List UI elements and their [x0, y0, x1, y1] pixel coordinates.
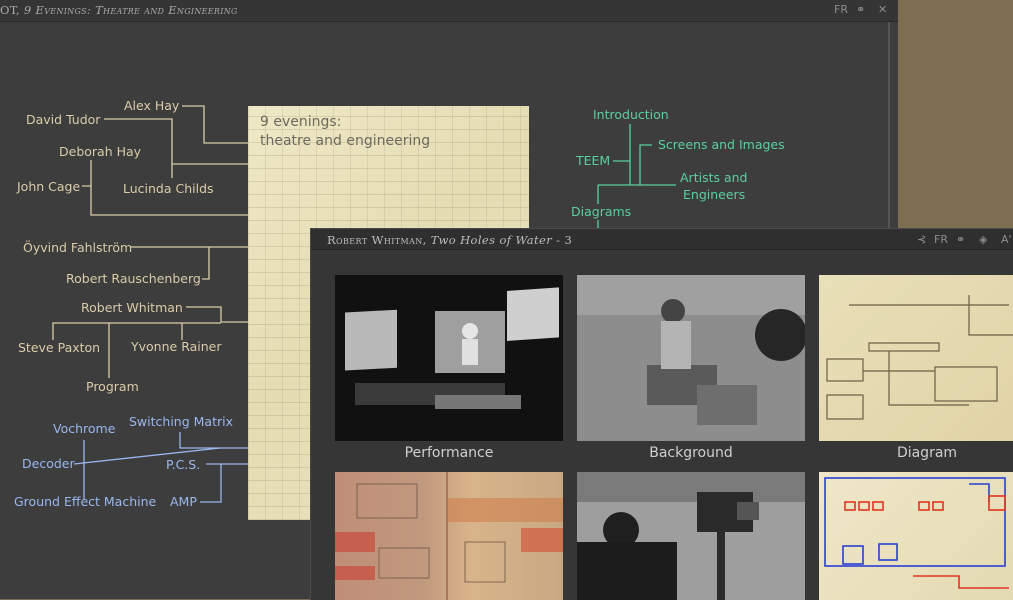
- diagram-sketch-icon: [826, 295, 1013, 420]
- node-amp[interactable]: AMP: [170, 495, 197, 509]
- circuit-diagram-icon: [824, 477, 1009, 589]
- node-switching-matrix[interactable]: Switching Matrix: [129, 415, 233, 429]
- node-robert-whitman[interactable]: Robert Whitman: [81, 301, 183, 315]
- node-screens-and-images[interactable]: Screens and Images: [658, 138, 785, 152]
- performance-photo-icon: [335, 275, 563, 441]
- language-toggle[interactable]: FR: [934, 233, 948, 246]
- node-diagrams[interactable]: Diagrams: [571, 205, 631, 219]
- node-vochrome[interactable]: Vochrome: [53, 422, 115, 436]
- node-ground-effect-machine[interactable]: Ground Effect Machine: [14, 495, 156, 509]
- node-alex-hay[interactable]: Alex Hay: [124, 99, 179, 113]
- node-steve-paxton[interactable]: Steve Paxton: [18, 341, 100, 355]
- thumbnail-performance[interactable]: [335, 275, 563, 441]
- node-david-tudor[interactable]: David Tudor: [26, 113, 100, 127]
- thumbnail-score[interactable]: [335, 472, 563, 600]
- caption-diagram: Diagram: [896, 445, 958, 461]
- node-yvonne-rainer[interactable]: Yvonne Rainer: [131, 340, 222, 354]
- background-photo-icon: [577, 275, 805, 441]
- thumbnail-camera[interactable]: [577, 472, 805, 600]
- artwork-window-title: Robert Whitman, Two Holes of Water - 3: [327, 233, 573, 247]
- score-sheet-icon: [335, 472, 563, 600]
- node-robert-rauschenberg[interactable]: Robert Rauschenberg: [66, 272, 201, 286]
- node-oyvind-fahlstrom[interactable]: Öyvind Fahlström: [23, 241, 132, 255]
- node-pcs[interactable]: P.C.S.: [166, 458, 200, 472]
- node-introduction[interactable]: Introduction: [593, 108, 669, 122]
- poster-line-2: theatre and engineering: [260, 133, 431, 149]
- node-program[interactable]: Program: [86, 380, 139, 394]
- artwork-window: Robert Whitman, Two Holes of Water - 3 ⊰…: [310, 228, 1013, 600]
- share-icon[interactable]: ⊰: [917, 233, 926, 246]
- node-teem[interactable]: TEEM: [576, 154, 610, 168]
- thumbnail-diagram[interactable]: [819, 275, 1013, 441]
- thumbnail-circuit[interactable]: [819, 472, 1013, 600]
- node-decoder[interactable]: Decoder: [22, 457, 75, 471]
- layers-icon[interactable]: ◈: [979, 233, 987, 246]
- text-size-icon[interactable]: A': [1001, 233, 1012, 246]
- poster-line-1: 9 evenings:: [260, 114, 342, 130]
- node-deborah-hay[interactable]: Deborah Hay: [59, 145, 141, 159]
- node-artists-and-engineers-line2[interactable]: Engineers: [683, 188, 745, 202]
- node-lucinda-childs[interactable]: Lucinda Childs: [123, 182, 214, 196]
- camera-photo-icon: [577, 472, 805, 600]
- caption-performance: Performance: [404, 445, 494, 461]
- node-john-cage[interactable]: John Cage: [17, 180, 80, 194]
- thumbnail-background[interactable]: [577, 275, 805, 441]
- caption-background: Background: [649, 445, 733, 461]
- link-icon[interactable]: ⚭: [956, 233, 965, 246]
- artwork-title-bar[interactable]: Robert Whitman, Two Holes of Water - 3 ⊰…: [311, 229, 1013, 250]
- node-artists-and-engineers-line1[interactable]: Artists and: [680, 171, 747, 185]
